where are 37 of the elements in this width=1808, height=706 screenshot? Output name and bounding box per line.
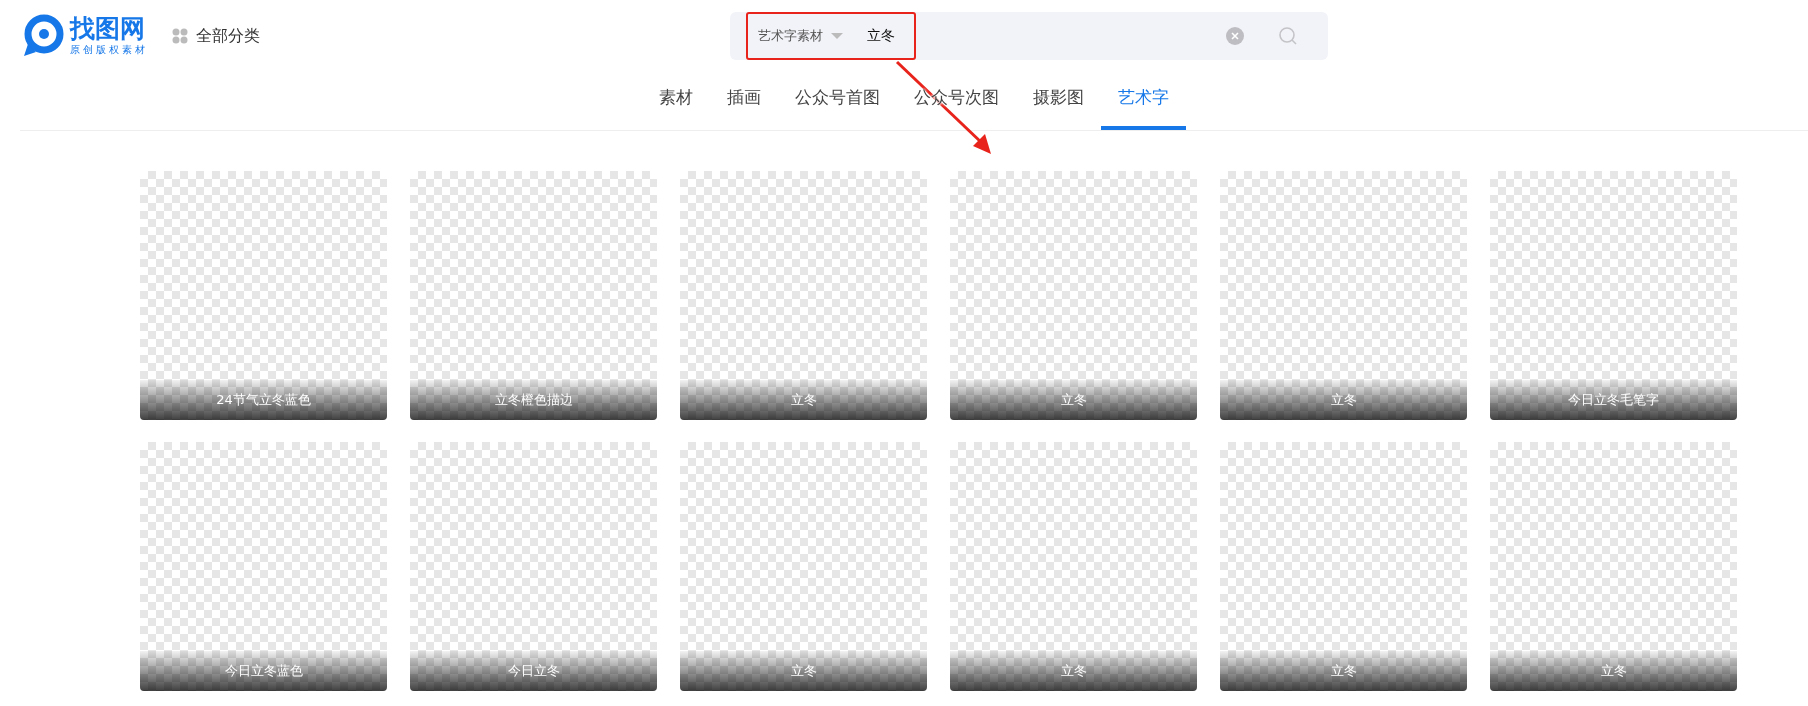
artwork-caption: 24节气立冬蓝色 — [216, 391, 311, 409]
artwork-thumbnail[interactable]: 立冬 — [950, 171, 1197, 420]
artwork-thumbnail[interactable]: 立冬 — [950, 442, 1197, 691]
search-scope-dropdown[interactable]: 艺术字素材 — [758, 27, 843, 45]
artwork-caption: 今日立冬毛笔字 — [1568, 391, 1659, 409]
artwork-caption: 立冬 — [790, 662, 817, 680]
category-tab[interactable]: 素材 — [642, 72, 710, 130]
artwork-thumbnail[interactable]: 立冬 — [1220, 171, 1467, 420]
artwork-thumbnail[interactable]: 立冬 — [1220, 442, 1467, 691]
grid-icon — [172, 28, 188, 44]
logo-tagline: 原创版权素材 — [70, 43, 148, 57]
artwork-caption: 立冬橙色描边 — [494, 391, 573, 409]
category-tab[interactable]: 摄影图 — [1016, 72, 1101, 130]
artwork-thumbnail[interactable]: 24节气立冬蓝色 — [140, 171, 387, 420]
category-tab[interactable]: 公众号首图 — [778, 72, 897, 130]
artwork-thumbnail[interactable]: 立冬 — [1490, 442, 1737, 691]
artwork-caption: 立冬 — [1060, 662, 1087, 680]
search-field[interactable]: 立冬 — [865, 27, 1199, 45]
category-menu-link[interactable]: 全部分类 — [172, 25, 260, 47]
logo-wordmark[interactable]: 找图网 — [70, 15, 148, 43]
artwork-caption: 立冬 — [1600, 662, 1627, 680]
artwork-thumbnail[interactable]: 今日立冬毛笔字 — [1490, 171, 1737, 420]
artwork-caption: 立冬 — [790, 391, 817, 409]
artwork-caption: 立冬 — [1060, 391, 1087, 409]
artwork-caption: 今日立冬 — [507, 662, 560, 680]
search-icon[interactable] — [1278, 26, 1298, 46]
artwork-caption: 今日立冬蓝色 — [224, 662, 303, 680]
artwork-thumbnail[interactable]: 今日立冬 — [410, 442, 657, 691]
category-tab[interactable]: 艺术字 — [1101, 72, 1186, 130]
category-tab[interactable]: 插画 — [710, 72, 778, 130]
artwork-thumbnail[interactable]: 今日立冬蓝色 — [140, 442, 387, 691]
clear-icon[interactable] — [1226, 27, 1244, 45]
artwork-thumbnail[interactable]: 立冬 — [680, 442, 927, 691]
artwork-thumbnail[interactable]: 立冬橙色描边 — [410, 171, 657, 420]
artwork-thumbnail[interactable]: 立冬 — [680, 171, 927, 420]
artwork-caption: 立冬 — [1330, 391, 1357, 409]
artwork-caption: 立冬 — [1330, 662, 1357, 680]
